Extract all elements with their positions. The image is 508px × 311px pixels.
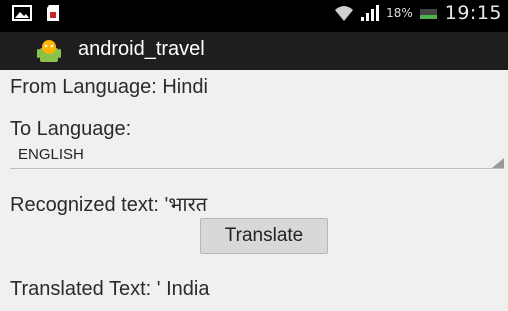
to-language-spinner[interactable]: ENGLISH [10,142,504,169]
signal-icon [361,5,380,21]
translate-button[interactable]: Translate [200,218,328,254]
status-bar: 18% 19:15 [0,0,508,32]
status-right-icons: 18% 19:15 [334,2,502,24]
battery-percent: 18% [386,6,413,20]
from-language-text: From Language: Hindi [10,76,208,98]
android-app-icon[interactable] [36,39,62,65]
clock: 19:15 [444,2,502,24]
recognized-text: Recognized text: 'भारत [10,194,208,216]
translated-text: Translated Text: ' India [10,278,210,300]
spinner-selected-value: ENGLISH [18,146,84,163]
sd-card-icon [47,5,59,21]
main-content: From Language: Hindi To Language: ENGLIS… [0,70,508,311]
spinner-arrow-icon [492,158,504,168]
wifi-icon [335,6,354,21]
to-language-label: To Language: [10,118,132,140]
status-left-icons [12,4,60,22]
action-bar: android_travel [0,32,508,70]
picture-icon [12,5,32,21]
app-title: android_travel [78,38,205,60]
battery-icon [419,9,437,19]
